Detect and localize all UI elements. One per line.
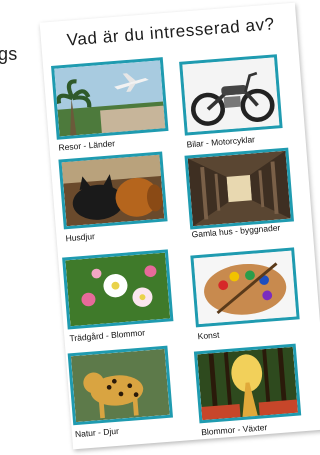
- card-label: Husdjur: [65, 231, 96, 244]
- card-label: Natur - Djur: [74, 425, 120, 440]
- card-label: Trädgård - Blommor: [69, 327, 146, 344]
- sheet-title: Vad är du intresserad av?: [66, 14, 276, 50]
- paint-palette-photo: [190, 247, 300, 328]
- old-building-interior-photo: [184, 147, 294, 230]
- card-label: Bilar - Motorcyklar: [186, 134, 256, 150]
- motorcycle-photo: [179, 54, 283, 136]
- interest-sheet: Vad är du intresserad av? Resor - Länder: [39, 2, 320, 450]
- cat-dog-photo: [58, 151, 168, 230]
- card-label: Blommor - Växter: [200, 422, 268, 438]
- leopard-photo: [67, 345, 173, 426]
- card-label: Resor - Länder: [58, 138, 116, 153]
- cropped-edge-text: gs: [0, 44, 18, 64]
- apple-blossom-photo: [62, 249, 174, 330]
- card-label: Konst: [197, 329, 220, 342]
- airplane-palm-photo: [51, 57, 169, 140]
- forest-path-photo: [193, 343, 302, 424]
